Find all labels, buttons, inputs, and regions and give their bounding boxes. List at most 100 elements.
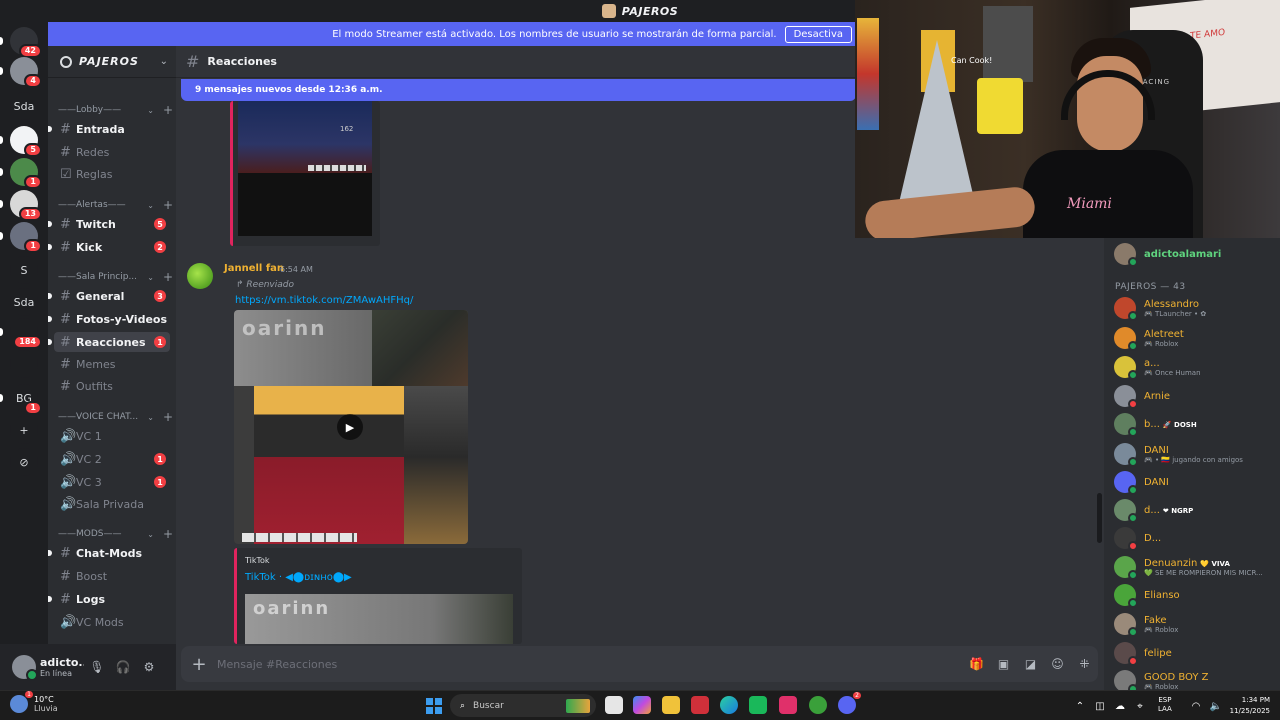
member-item[interactable]: DANI: [1114, 468, 1280, 496]
channel-category[interactable]: ——Alertas—— ⌄ +: [48, 197, 176, 213]
channel-twitch[interactable]: # Twitch 5: [48, 214, 170, 234]
member-item[interactable]: Fake 🎮 Roblox: [1114, 610, 1280, 638]
guild-header[interactable]: PAJEROS ⌄: [48, 46, 176, 78]
tray-app-icon[interactable]: ◫: [1090, 701, 1110, 712]
channel-memes[interactable]: # Memes: [54, 354, 170, 374]
channel-general[interactable]: # General 3: [48, 286, 170, 306]
channel-category[interactable]: ——MODS—— ⌄ +: [48, 526, 176, 542]
add-channel-icon[interactable]: +: [160, 198, 176, 212]
disable-streamer-mode-button[interactable]: Desactiva: [784, 25, 852, 43]
embed-title[interactable]: TikTok · ◀⬤ᴅɪɴʜᴏ⬤▶: [245, 572, 352, 583]
channel-fotos-y-videos[interactable]: # Fotos-y-Videos: [48, 309, 170, 329]
clock[interactable]: 1:34 PM 11/25/2025: [1222, 695, 1270, 717]
tray-location-icon[interactable]: ⌖: [1130, 701, 1150, 712]
add-channel-icon[interactable]: +: [160, 410, 176, 424]
add-channel-icon[interactable]: +: [160, 103, 176, 117]
apps-icon[interactable]: ⁜: [1071, 657, 1098, 671]
channel-boost[interactable]: # Boost: [54, 566, 170, 586]
member-item[interactable]: d... ❤ NGRP: [1114, 496, 1280, 524]
member-item[interactable]: GOOD BOY Z 🎮 Roblox: [1114, 667, 1280, 690]
channel-redes[interactable]: # Redes: [54, 142, 170, 162]
channel-logs[interactable]: # Logs: [48, 589, 170, 609]
sticker-icon[interactable]: ◪: [1017, 657, 1044, 671]
channel-category[interactable]: ——VOICE CHAT... ⌄ +: [48, 409, 176, 425]
message-author[interactable]: Jannell fan: [224, 263, 284, 274]
server-item[interactable]: Sda: [10, 288, 38, 316]
previous-embed-image[interactable]: 162: [238, 101, 372, 236]
microphone-icon[interactable]: 🎙: [84, 660, 110, 674]
quick-settings[interactable]: ◠ 🔈: [1186, 691, 1226, 720]
new-messages-bar[interactable]: 9 mensajes nuevos desde 12:36 a.m.: [181, 79, 856, 101]
message-avatar[interactable]: [187, 263, 213, 289]
add-channel-icon[interactable]: +: [160, 270, 176, 284]
member-item[interactable]: felipe: [1114, 639, 1280, 667]
channel-label: VC 2: [76, 452, 102, 466]
channel-kick[interactable]: # Kick 2: [48, 237, 170, 257]
server-avatar[interactable]: 1: [0, 158, 42, 189]
channel-sala-privada[interactable]: 🔊 Sala Privada: [54, 494, 170, 514]
server-item[interactable]: Sda: [10, 92, 38, 120]
embed-thumbnail[interactable]: oarinn: [245, 594, 513, 644]
member-item[interactable]: Alessandro 🎮 TLauncher • ✿: [1114, 294, 1280, 322]
discord-icon[interactable]: 2: [838, 692, 861, 714]
server-avatar[interactable]: 1: [0, 222, 42, 253]
channel-category[interactable]: ——Sala Princip... ⌄ +: [48, 269, 176, 285]
channel-vc-mods[interactable]: 🔊 VC Mods: [54, 612, 170, 632]
member-item[interactable]: b... 🚀 DOSH: [1114, 410, 1280, 438]
tray-network-icon[interactable]: ☁: [1110, 701, 1130, 712]
member-item[interactable]: Arnie: [1114, 382, 1280, 410]
headphones-icon[interactable]: 🎧: [110, 660, 136, 674]
server-maple-icon[interactable]: 5: [0, 126, 42, 157]
member-item[interactable]: Elianso: [1114, 581, 1280, 609]
server-tiktok-icon[interactable]: 184: [0, 318, 42, 349]
edge-icon[interactable]: [720, 696, 738, 714]
video-attachment[interactable]: oarinn ▶: [234, 310, 468, 544]
member-item[interactable]: D...: [1114, 524, 1280, 552]
xbox-icon[interactable]: [809, 696, 827, 714]
gif-icon[interactable]: ▣: [990, 657, 1017, 671]
member-item[interactable]: Aletreet 🎮 Roblox: [1114, 324, 1280, 352]
weather-widget[interactable]: 1 10°C Lluvia: [10, 691, 58, 713]
play-icon[interactable]: ▶: [337, 414, 363, 440]
member-item[interactable]: DANI 🎮 • 🇨🇴 jugando con amigos: [1114, 440, 1280, 468]
discord-home-icon[interactable]: 42: [0, 27, 42, 58]
task-view-icon[interactable]: [605, 696, 623, 714]
copilot-icon[interactable]: [633, 696, 651, 714]
message-link[interactable]: https://vm.tiktok.com/ZMAwAHFHq/: [235, 295, 413, 306]
server-item[interactable]: BG 1: [0, 384, 42, 415]
chevron-up-icon[interactable]: ⌃: [1070, 701, 1090, 712]
gear-icon[interactable]: ⚙: [136, 660, 162, 674]
explore-icon[interactable]: ⊘: [10, 448, 38, 476]
server-item[interactable]: S: [10, 256, 38, 284]
channel-reacciones[interactable]: # Reacciones 1: [48, 332, 170, 352]
channel-entrada[interactable]: # Entrada: [48, 119, 170, 139]
server-avatar[interactable]: 4: [0, 57, 42, 88]
tiktok-icon[interactable]: [779, 696, 797, 714]
member-item[interactable]: Denuanzin 💛 VIVA 💚 SE ME ROMPIERON MIS MIC…: [1114, 553, 1280, 581]
member-item[interactable]: a... 🎮 Once Human: [1114, 353, 1280, 381]
channel-category[interactable]: ——Lobby—— ⌄ +: [48, 102, 176, 118]
add-attachment-icon[interactable]: +: [181, 654, 217, 675]
channel-vc-3[interactable]: 🔊 VC 3 1: [54, 472, 170, 492]
input-language[interactable]: ESP LAA: [1158, 696, 1172, 714]
add-channel-icon[interactable]: +: [160, 527, 176, 541]
antivirus-icon[interactable]: [691, 696, 709, 714]
gift-icon[interactable]: 🎁: [963, 657, 990, 671]
message-input[interactable]: [217, 657, 963, 671]
server-kick-icon[interactable]: [10, 350, 38, 378]
chat-scrollbar[interactable]: [1097, 493, 1102, 543]
avatar[interactable]: [12, 655, 38, 681]
add-server-icon[interactable]: +: [10, 416, 38, 444]
channel-outfits[interactable]: # Outfits: [54, 376, 170, 396]
file-explorer-icon[interactable]: [662, 696, 680, 714]
member-top[interactable]: adictoalamari: [1114, 240, 1280, 268]
spotify-like-icon[interactable]: [749, 696, 767, 714]
taskbar-search[interactable]: ⌕ Buscar: [450, 694, 596, 717]
server-avatar[interactable]: 13: [0, 190, 42, 221]
channel-reglas[interactable]: ☑ Reglas: [54, 164, 170, 184]
channel-chat-mods[interactable]: # Chat-Mods: [48, 543, 170, 563]
channel-vc-2[interactable]: 🔊 VC 2 1: [54, 449, 170, 469]
windows-start-icon[interactable]: [426, 698, 442, 714]
emoji-icon[interactable]: ☺: [1044, 657, 1071, 671]
channel-vc-1[interactable]: 🔊 VC 1: [54, 426, 170, 446]
